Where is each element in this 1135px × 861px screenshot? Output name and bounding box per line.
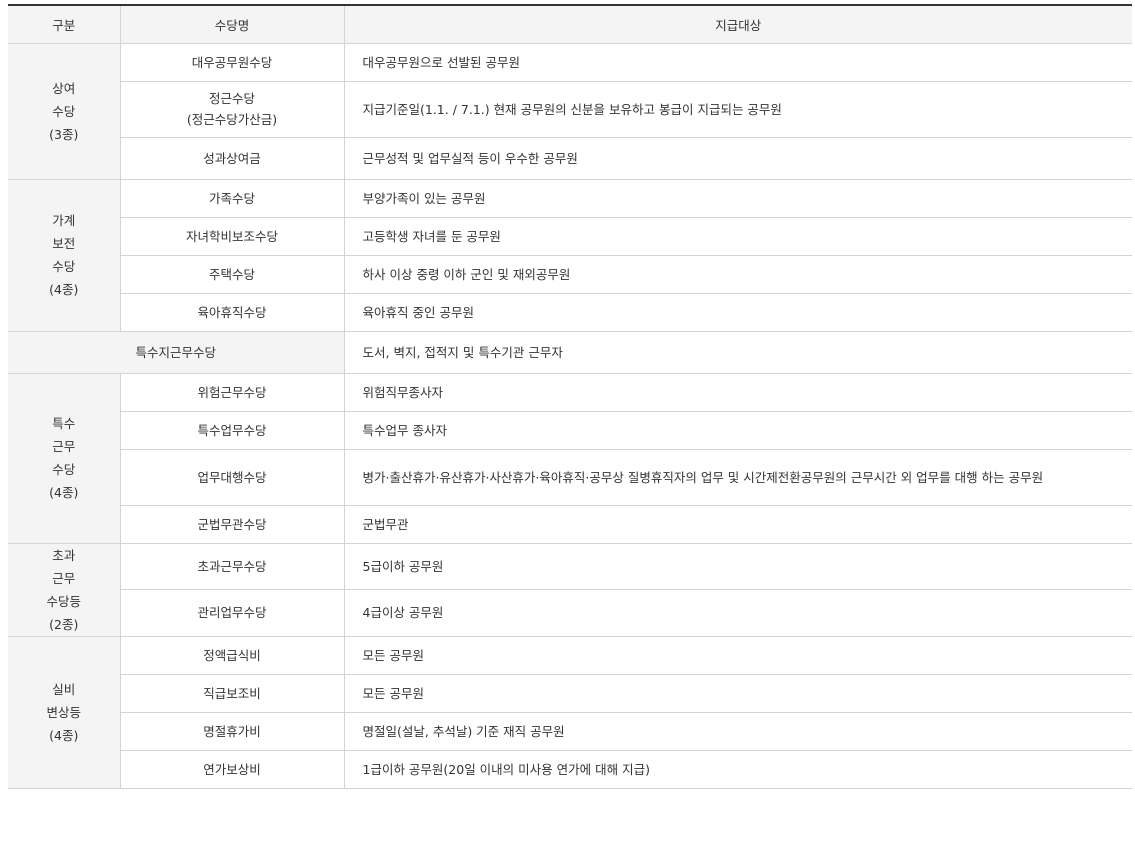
eligibility-cell: 4급이상 공무원 [343, 589, 1132, 637]
category-cell: 가계 보전 수당 (4종) [8, 179, 120, 332]
table-row: 직급보조비 모든 공무원 [8, 674, 1132, 713]
eligibility-cell: 명절일(설날, 추석날) 기준 재직 공무원 [343, 712, 1132, 751]
header-category: 구분 [8, 4, 120, 44]
eligibility-cell: 위험직무종사자 [343, 373, 1132, 412]
header-eligibility: 지급대상 [343, 4, 1132, 44]
allowance-name-cell: 주택수당 [119, 255, 344, 294]
eligibility-cell: 1급이하 공무원(20일 이내의 미사용 연가에 대해 지급) [343, 750, 1132, 789]
allowance-name-cell: 대우공무원수당 [119, 43, 344, 82]
allowance-name-cell: 가족수당 [119, 179, 344, 218]
allowance-table: 구분 수당명 지급대상 상여 수당 (3종) 대우공무원수당 대우공무원으로 선… [8, 4, 1132, 789]
allowance-name-cell: 육아휴직수당 [119, 293, 344, 332]
allowance-name-cell: 자녀학비보조수당 [119, 217, 344, 256]
table-row: 특수지근무수당 도서, 벽지, 접적지 및 특수기관 근무자 [8, 331, 1132, 374]
category-cell: 실비 변상등 (4종) [8, 636, 120, 789]
category-cell: 특수 근무 수당 (4종) [8, 373, 120, 544]
eligibility-cell: 모든 공무원 [343, 674, 1132, 713]
allowance-name-cell: 업무대행수당 [119, 449, 344, 506]
table-row: 특수업무수당 특수업무 종사자 [8, 411, 1132, 450]
header-allowance-name: 수당명 [119, 4, 344, 44]
table-row: 정근수당 (정근수당가산금) 지급기준일(1.1. / 7.1.) 현재 공무원… [8, 81, 1132, 138]
allowance-name-cell: 명절휴가비 [119, 712, 344, 751]
eligibility-cell: 5급이하 공무원 [343, 543, 1132, 590]
eligibility-cell: 육아휴직 중인 공무원 [343, 293, 1132, 332]
allowance-name-cell: 군법무관수당 [119, 505, 344, 544]
table-header-row: 구분 수당명 지급대상 [8, 4, 1132, 44]
table-row: 초과 근무 수당등 (2종) 초과근무수당 5급이하 공무원 [8, 543, 1132, 637]
allowance-name-cell: 특수업무수당 [119, 411, 344, 450]
eligibility-cell: 모든 공무원 [343, 636, 1132, 675]
allowance-name-cell: 직급보조비 [119, 674, 344, 713]
table-row: 연가보상비 1급이하 공무원(20일 이내의 미사용 연가에 대해 지급) [8, 750, 1132, 789]
allowance-name-cell: 정근수당 (정근수당가산금) [119, 81, 344, 138]
table-row: 군법무관수당 군법무관 [8, 505, 1132, 544]
allowance-name-cell: 성과상여금 [119, 137, 344, 180]
table-row: 자녀학비보조수당 고등학생 자녀를 둔 공무원 [8, 217, 1132, 256]
allowance-name-cell: 정액급식비 [119, 636, 344, 675]
allowance-name-cell: 특수지근무수당 [8, 331, 344, 374]
category-cell: 상여 수당 (3종) [8, 43, 120, 180]
eligibility-cell: 하사 이상 중령 이하 군인 및 재외공무원 [343, 255, 1132, 294]
table-row: 가계 보전 수당 (4종) 가족수당 부양가족이 있는 공무원 [8, 179, 1132, 332]
eligibility-cell: 군법무관 [343, 505, 1132, 544]
category-cell: 초과 근무 수당등 (2종) [8, 543, 120, 637]
table-row: 실비 변상등 (4종) 정액급식비 모든 공무원 [8, 636, 1132, 789]
eligibility-cell: 특수업무 종사자 [343, 411, 1132, 450]
eligibility-cell: 근무성적 및 업무실적 등이 우수한 공무원 [343, 137, 1132, 180]
table-row: 관리업무수당 4급이상 공무원 [8, 589, 1132, 637]
table-row: 육아휴직수당 육아휴직 중인 공무원 [8, 293, 1132, 332]
table-row: 상여 수당 (3종) 대우공무원수당 대우공무원으로 선발된 공무원 [8, 43, 1132, 180]
eligibility-cell: 지급기준일(1.1. / 7.1.) 현재 공무원의 신분을 보유하고 봉급이 … [343, 81, 1132, 138]
eligibility-cell: 도서, 벽지, 접적지 및 특수기관 근무자 [343, 331, 1132, 374]
table-row: 주택수당 하사 이상 중령 이하 군인 및 재외공무원 [8, 255, 1132, 294]
allowance-name-cell: 초과근무수당 [119, 543, 344, 590]
eligibility-cell: 병가·출산휴가·유산휴가·사산휴가·육아휴직·공무상 질병휴직자의 업무 및 시… [343, 449, 1132, 506]
allowance-name-cell: 관리업무수당 [119, 589, 344, 637]
table-row: 성과상여금 근무성적 및 업무실적 등이 우수한 공무원 [8, 137, 1132, 180]
table-row: 명절휴가비 명절일(설날, 추석날) 기준 재직 공무원 [8, 712, 1132, 751]
eligibility-cell: 부양가족이 있는 공무원 [343, 179, 1132, 218]
table-row: 업무대행수당 병가·출산휴가·유산휴가·사산휴가·육아휴직·공무상 질병휴직자의… [8, 449, 1132, 506]
allowance-name-cell: 연가보상비 [119, 750, 344, 789]
eligibility-cell: 대우공무원으로 선발된 공무원 [343, 43, 1132, 82]
allowance-name-cell: 위험근무수당 [119, 373, 344, 412]
table-row: 특수 근무 수당 (4종) 위험근무수당 위험직무종사자 [8, 373, 1132, 544]
eligibility-cell: 고등학생 자녀를 둔 공무원 [343, 217, 1132, 256]
